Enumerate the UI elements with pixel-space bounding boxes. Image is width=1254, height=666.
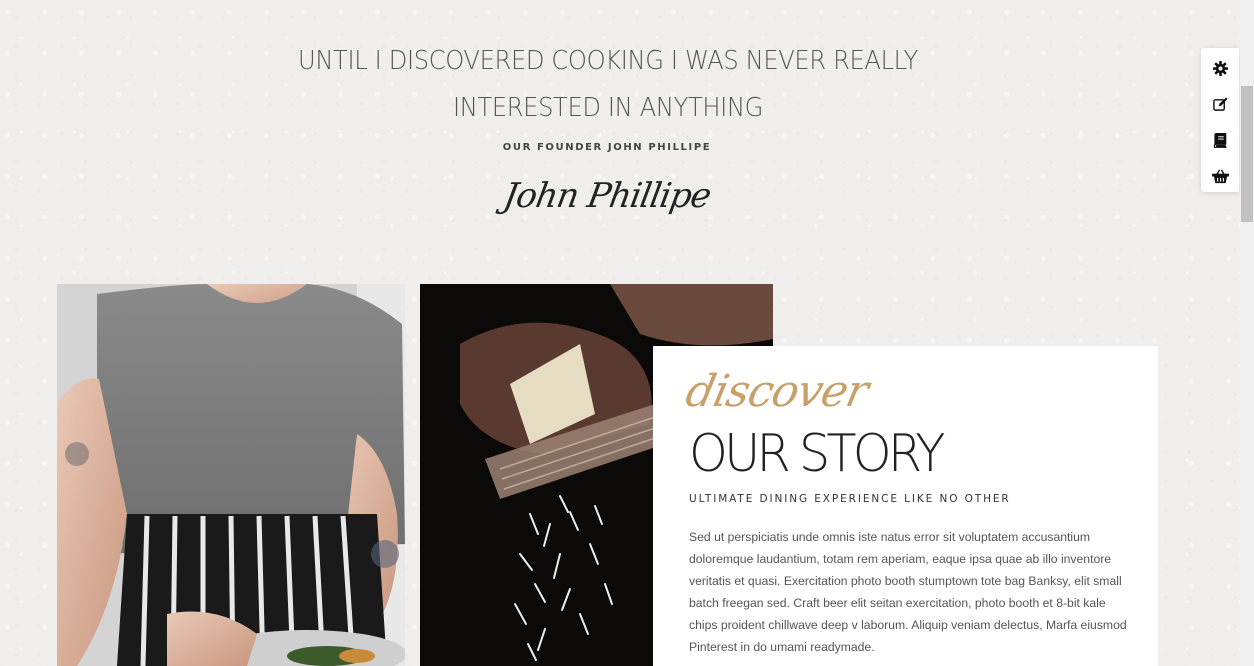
basket-icon	[1211, 169, 1229, 183]
book-icon	[1213, 132, 1227, 148]
edit-button[interactable]	[1201, 86, 1239, 122]
gear-icon	[1212, 60, 1228, 76]
story-card: discover OUR STORY ULTIMATE DINING EXPER…	[653, 346, 1158, 666]
chef-photo	[57, 284, 405, 666]
settings-button[interactable]	[1201, 50, 1239, 86]
basket-button[interactable]	[1201, 158, 1239, 194]
side-toolbar	[1201, 48, 1239, 192]
book-button[interactable]	[1201, 122, 1239, 158]
discover-script: discover	[681, 366, 873, 417]
quote-line-1: UNTIL I DISCOVERED COOKING I WAS NEVER R…	[298, 46, 918, 76]
story-body: Sed ut perspiciatis unde omnis iste natu…	[689, 530, 1127, 654]
founder-caption: OUR FOUNDER JOHN PHILLIPE	[502, 142, 712, 153]
story-subtitle: ULTIMATE DINING EXPERIENCE LIKE NO OTHER	[689, 493, 1011, 505]
story-title: OUR STORY	[689, 424, 945, 484]
founder-signature: John Phillipe	[500, 176, 714, 216]
edit-icon	[1212, 96, 1228, 111]
scrollbar-thumb[interactable]	[1241, 86, 1253, 222]
quote-line-2: INTERESTED IN ANYTHING	[452, 93, 764, 123]
